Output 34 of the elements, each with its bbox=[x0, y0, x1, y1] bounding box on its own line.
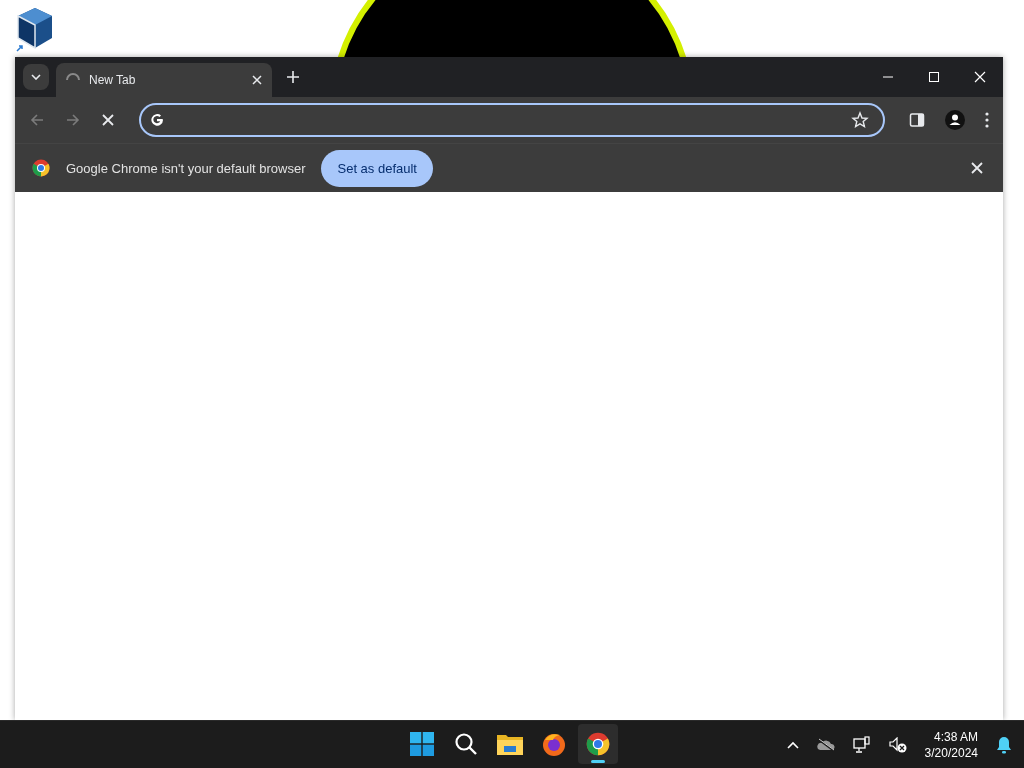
chevron-up-icon[interactable] bbox=[786, 740, 799, 749]
tab-search-button[interactable] bbox=[23, 64, 49, 90]
back-icon[interactable] bbox=[29, 112, 45, 128]
clock-date: 3/20/2024 bbox=[924, 744, 978, 761]
star-icon[interactable] bbox=[851, 111, 869, 129]
close-icon[interactable] bbox=[252, 75, 262, 85]
windows-logo-icon bbox=[410, 732, 434, 756]
infobar-message: Google Chrome isn't your default browser bbox=[66, 160, 306, 176]
new-tab-icon[interactable] bbox=[287, 71, 299, 83]
menu-icon[interactable] bbox=[985, 112, 989, 128]
clock-time: 4:38 AM bbox=[933, 728, 978, 745]
search-icon bbox=[454, 732, 478, 756]
chevron-down-icon bbox=[31, 74, 41, 80]
chrome-logo-icon bbox=[586, 732, 610, 756]
set-as-default-button[interactable]: Set as default bbox=[321, 149, 433, 187]
close-icon[interactable] bbox=[971, 162, 983, 174]
loading-spinner-icon bbox=[66, 73, 80, 81]
cloud-offline-icon[interactable] bbox=[816, 737, 835, 752]
taskbar-app-button[interactable] bbox=[578, 724, 618, 764]
fox-globe-icon bbox=[542, 732, 566, 756]
network-icon[interactable] bbox=[852, 735, 871, 754]
g-icon bbox=[149, 112, 165, 128]
browser-tab[interactable]: New Tab bbox=[56, 63, 272, 97]
profile-icon[interactable] bbox=[945, 110, 965, 130]
chrome-logo-icon bbox=[32, 159, 50, 177]
bell-icon[interactable] bbox=[996, 735, 1012, 754]
tab-title: New Tab bbox=[89, 73, 137, 87]
folder-icon bbox=[497, 733, 523, 755]
side-panel-icon[interactable] bbox=[909, 112, 925, 128]
address-bar[interactable] bbox=[139, 103, 885, 137]
maximize-icon[interactable] bbox=[928, 71, 940, 83]
muted-speaker-icon[interactable] bbox=[888, 736, 907, 753]
stop-icon[interactable] bbox=[101, 113, 115, 127]
forward-icon[interactable] bbox=[65, 112, 81, 128]
